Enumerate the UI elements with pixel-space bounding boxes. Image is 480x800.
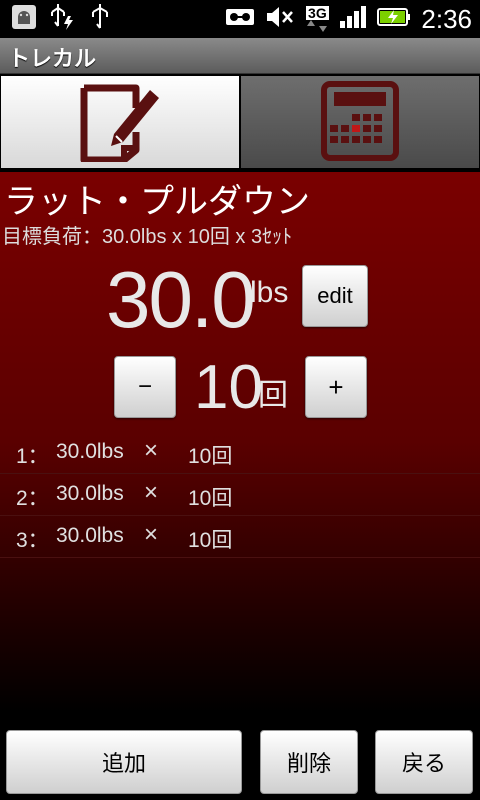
times-icon: × bbox=[144, 479, 159, 506]
battery-charging-icon bbox=[377, 6, 411, 32]
usb-charge-icon bbox=[48, 2, 78, 36]
set-row[interactable]: 3： 30.0lbs × 10回 bbox=[0, 516, 480, 558]
pencil-note-icon bbox=[78, 78, 162, 166]
set-reps: 10回 bbox=[188, 445, 233, 468]
edit-weight-button[interactable]: edit bbox=[302, 265, 368, 327]
times-icon: × bbox=[144, 437, 159, 464]
delete-set-button[interactable]: 削除 bbox=[260, 730, 358, 794]
times-icon: × bbox=[144, 521, 159, 548]
weight-value: 30.0 bbox=[106, 255, 256, 344]
status-bar: 3G 2:36 bbox=[0, 0, 480, 38]
set-index: 1： bbox=[16, 445, 49, 468]
tab-bar bbox=[0, 74, 480, 246]
set-weight: 30.0lbs bbox=[56, 440, 124, 463]
weight-unit: lbs bbox=[250, 276, 289, 309]
reps-unit: 回 bbox=[258, 378, 288, 413]
set-row[interactable]: 2： 30.0lbs × 10回 bbox=[0, 474, 480, 516]
reps-value: 10 bbox=[194, 353, 263, 422]
set-weight: 30.0lbs bbox=[56, 482, 124, 505]
network-type-label: 3G bbox=[306, 5, 329, 21]
exercise-name: ラット・プルダウン bbox=[4, 182, 310, 222]
increase-reps-button[interactable]: + bbox=[305, 356, 367, 418]
set-weight: 30.0lbs bbox=[56, 524, 124, 547]
set-row[interactable]: 1： 30.0lbs × 10回 bbox=[0, 432, 480, 474]
target-load: 目標負荷：30.0lbs x 10回 x 3ｾｯﾄ bbox=[2, 226, 293, 248]
set-reps: 10回 bbox=[188, 529, 233, 552]
clock: 2:36 bbox=[421, 3, 472, 34]
workout-panel: ラット・プルダウン 目標負荷：30.0lbs x 10回 x 3ｾｯﾄ 30.0… bbox=[0, 172, 480, 712]
3g-icon: 3G bbox=[305, 6, 329, 32]
set-index: 2： bbox=[16, 487, 49, 510]
set-list: 1： 30.0lbs × 10回 2： 30.0lbs × 10回 3： 30.… bbox=[0, 432, 480, 558]
signal-icon bbox=[339, 5, 367, 33]
back-button[interactable]: 戻る bbox=[375, 730, 473, 794]
app-title: トレカル bbox=[8, 47, 97, 72]
voicemail-icon bbox=[225, 7, 255, 31]
mute-icon bbox=[265, 5, 295, 33]
set-reps: 10回 bbox=[188, 487, 233, 510]
usb-icon bbox=[88, 2, 112, 36]
tab-record[interactable] bbox=[1, 76, 239, 168]
tab-calendar[interactable] bbox=[241, 76, 479, 168]
decrease-reps-button[interactable]: − bbox=[114, 356, 176, 418]
app-title-bar: トレカル bbox=[0, 38, 480, 74]
set-index: 3： bbox=[16, 529, 49, 552]
action-bar: 追加 削除 戻る bbox=[0, 712, 480, 800]
calendar-icon bbox=[318, 78, 402, 166]
android-debug-icon bbox=[10, 3, 38, 35]
add-set-button[interactable]: 追加 bbox=[6, 730, 242, 794]
